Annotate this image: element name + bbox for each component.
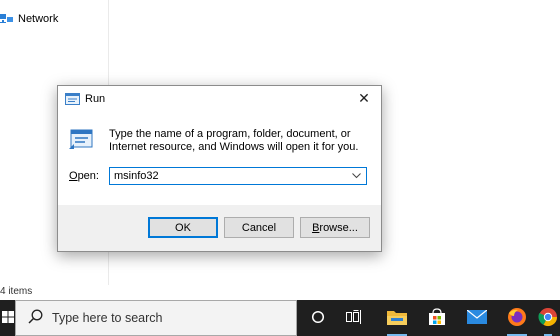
search-icon [16,309,43,327]
run-program-icon [69,129,93,151]
mail-icon [466,309,488,327]
open-input[interactable] [114,169,344,183]
open-label-text: pen: [77,170,99,182]
taskbar: Type here to search [0,300,560,336]
run-description: Type the name of a program, folder, docu… [109,128,359,153]
store-button[interactable] [419,300,455,336]
dialog-title: Run [85,92,106,105]
task-view-button[interactable] [336,300,372,336]
browse-label-text: rowse... [319,221,358,234]
cortana-button[interactable] [300,300,336,336]
search-placeholder: Type here to search [52,311,163,325]
cancel-button[interactable]: Cancel [224,217,294,238]
microsoft-store-icon [428,307,446,329]
chevron-down-icon[interactable] [348,168,364,184]
cortana-icon [311,310,325,327]
open-label-accelerator: O [69,170,78,182]
chrome-button[interactable] [536,300,560,336]
taskbar-search-box[interactable]: Type here to search [15,300,297,336]
run-icon [65,92,80,105]
network-icon [0,13,14,25]
browse-accelerator: B [312,221,320,234]
open-combobox[interactable] [109,167,367,185]
file-explorer-icon [387,309,407,328]
close-icon: ✕ [358,90,370,106]
mail-button[interactable] [459,300,495,336]
explorer-status-bar: 4 items [0,286,33,297]
nav-item-network[interactable]: Network [0,10,58,28]
run-dialog-content: Type the name of a program, folder, docu… [58,111,381,205]
firefox-button[interactable] [499,300,535,336]
nav-label-network: Network [18,13,59,25]
start-windows-icon [1,310,14,326]
chrome-icon [538,307,558,330]
close-button[interactable]: ✕ [347,86,381,111]
browse-button[interactable]: Browse... [300,217,370,238]
ok-button[interactable]: OK [148,217,218,238]
task-view-icon [346,309,362,327]
start-button[interactable] [0,300,15,336]
run-dialog-titlebar[interactable]: Run ✕ [58,86,381,111]
run-dialog: Run ✕ Type the name of a program, folder… [57,85,382,252]
file-explorer-button[interactable] [379,300,415,336]
firefox-icon [507,307,527,330]
open-label: Open: [69,170,99,182]
